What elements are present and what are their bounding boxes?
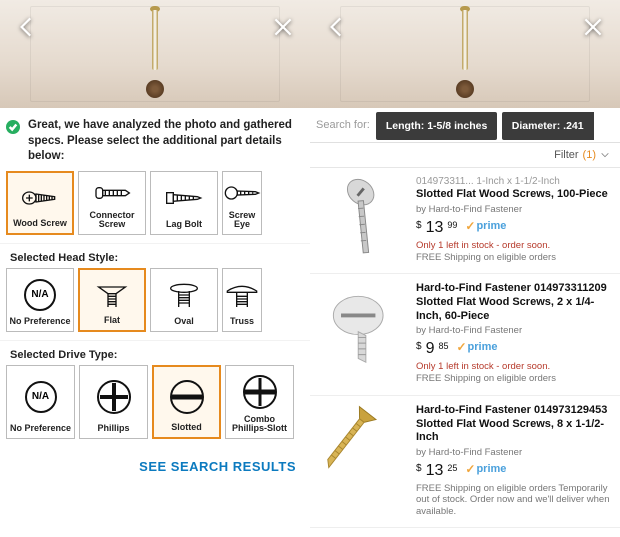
screw-type-tile[interactable]: Lag Bolt bbox=[150, 171, 218, 235]
combo-icon bbox=[240, 370, 280, 415]
drive-type-tile[interactable]: N/ANo Preference bbox=[6, 365, 75, 439]
result-price: $985✓prime bbox=[416, 340, 610, 358]
filter-count: (1) bbox=[583, 149, 596, 161]
screw-type-tile[interactable]: Wood Screw bbox=[6, 171, 74, 235]
filter-chip[interactable]: Length: 1-5/8 inches bbox=[376, 112, 498, 140]
result-price: $1325✓prime bbox=[416, 462, 610, 480]
flat-head-icon bbox=[92, 274, 132, 317]
search-results-screen: Search for: Length: 1-5/8 inches Diamete… bbox=[310, 0, 620, 537]
head-style-tile[interactable]: Oval bbox=[150, 268, 218, 332]
wood-screw-icon bbox=[20, 177, 60, 220]
result-thumbnail bbox=[320, 404, 406, 490]
analysis-banner: Great, we have analyzed the photo and ga… bbox=[0, 108, 310, 171]
analysis-text: Great, we have analyzed the photo and ga… bbox=[28, 118, 300, 165]
check-icon bbox=[6, 120, 20, 134]
truss-head-icon bbox=[222, 273, 262, 318]
lag-bolt-icon bbox=[164, 176, 204, 221]
detail-selection-screen: Great, we have analyzed the photo and ga… bbox=[0, 0, 310, 537]
head-style-tile[interactable]: N/ANo Preference bbox=[6, 268, 74, 332]
shipping-info: FREE Shipping on eligible orders bbox=[416, 252, 610, 263]
tile-label: Screw Eye bbox=[225, 211, 259, 230]
tile-label: Slotted bbox=[171, 423, 202, 432]
prime-badge: ✓prime bbox=[465, 462, 506, 476]
result-byline: by Hard-to-Find Fastener bbox=[416, 325, 610, 336]
head-style-tile[interactable]: Truss bbox=[222, 268, 262, 332]
filter-label: Filter bbox=[554, 149, 578, 161]
na-icon: N/A bbox=[25, 370, 57, 425]
screw-type-row: Wood Screw Connector Screw Lag Bolt Screw E… bbox=[0, 171, 310, 241]
tile-label: Phillips bbox=[97, 424, 129, 433]
photo-preview bbox=[310, 0, 620, 108]
filter-button[interactable]: Filter (1) bbox=[310, 143, 620, 168]
result-byline: by Hard-to-Find Fastener bbox=[416, 447, 610, 458]
result-byline: by Hard-to-Find Fastener bbox=[416, 204, 610, 215]
chevron-down-icon bbox=[600, 150, 610, 160]
close-button[interactable] bbox=[580, 14, 606, 45]
result-item[interactable]: Hard-to-Find Fastener 014973129453 Slott… bbox=[310, 396, 620, 528]
result-price: $1399✓prime bbox=[416, 219, 610, 237]
back-button[interactable] bbox=[14, 14, 40, 45]
stock-status: Only 1 left in stock - order soon. bbox=[416, 240, 610, 251]
tile-label: Truss bbox=[230, 317, 254, 326]
tile-label: Connector Screw bbox=[81, 211, 143, 230]
tile-label: Flat bbox=[104, 316, 120, 325]
result-thumbnail bbox=[320, 282, 406, 368]
tile-label: Wood Screw bbox=[13, 219, 67, 228]
close-button[interactable] bbox=[270, 14, 296, 45]
prime-badge: ✓prime bbox=[456, 340, 497, 354]
drive-type-label: Selected Drive Type: bbox=[0, 343, 310, 365]
result-title-partial: 014973311... 1-Inch x 1-1/2-Inch bbox=[416, 176, 610, 188]
tile-label: Combo Phillips-Slott bbox=[228, 415, 291, 434]
drive-type-tile[interactable]: Slotted bbox=[152, 365, 221, 439]
stock-status: Only 1 left in stock - order soon. bbox=[416, 361, 610, 372]
drive-type-row: N/ANo Preference Phillips Slotted Combo Phi… bbox=[0, 365, 310, 445]
drive-type-tile[interactable]: Combo Phillips-Slott bbox=[225, 365, 294, 439]
oval-head-icon bbox=[164, 273, 204, 318]
result-item[interactable]: 014973311... 1-Inch x 1-1/2-InchSlotted … bbox=[310, 168, 620, 274]
head-style-row: N/ANo Preference Flat Oval Truss bbox=[0, 268, 310, 338]
search-chip-bar: Search for: Length: 1-5/8 inches Diamete… bbox=[310, 108, 620, 143]
connector-screw-icon bbox=[92, 176, 132, 211]
drive-type-tile[interactable]: Phillips bbox=[79, 365, 148, 439]
search-for-label: Search for: bbox=[316, 119, 370, 131]
result-title: Hard-to-Find Fastener 014973129453 Slott… bbox=[416, 404, 610, 445]
back-button[interactable] bbox=[324, 14, 350, 45]
tile-label: Lag Bolt bbox=[166, 220, 202, 229]
result-thumbnail bbox=[320, 176, 406, 262]
result-title: Slotted Flat Wood Screws, 100-Piece bbox=[416, 188, 610, 202]
screw-type-tile[interactable]: Screw Eye bbox=[222, 171, 262, 235]
screw-eye-icon bbox=[222, 176, 262, 211]
result-title: Hard-to-Find Fastener 014973311209 Slott… bbox=[416, 282, 610, 323]
slotted-icon bbox=[167, 371, 207, 424]
tile-label: Oval bbox=[174, 317, 194, 326]
head-style-tile[interactable]: Flat bbox=[78, 268, 146, 332]
na-icon: N/A bbox=[24, 273, 56, 318]
result-item[interactable]: Hard-to-Find Fastener 014973311209 Slott… bbox=[310, 274, 620, 396]
shipping-info: FREE Shipping on eligible orders bbox=[416, 373, 610, 384]
phillips-icon bbox=[94, 370, 134, 425]
screw-type-tile[interactable]: Connector Screw bbox=[78, 171, 146, 235]
tile-label: No Preference bbox=[9, 317, 70, 326]
shipping-info: FREE Shipping on eligible orders Tempora… bbox=[416, 483, 610, 517]
results-list: 014973311... 1-Inch x 1-1/2-InchSlotted … bbox=[310, 168, 620, 537]
filter-chip[interactable]: Diameter: .241 bbox=[502, 112, 594, 140]
head-style-label: Selected Head Style: bbox=[0, 246, 310, 268]
tile-label: No Preference bbox=[10, 424, 71, 433]
see-search-results-link[interactable]: SEE SEARCH RESULTS bbox=[0, 445, 310, 486]
prime-badge: ✓prime bbox=[465, 219, 506, 233]
photo-preview bbox=[0, 0, 310, 108]
